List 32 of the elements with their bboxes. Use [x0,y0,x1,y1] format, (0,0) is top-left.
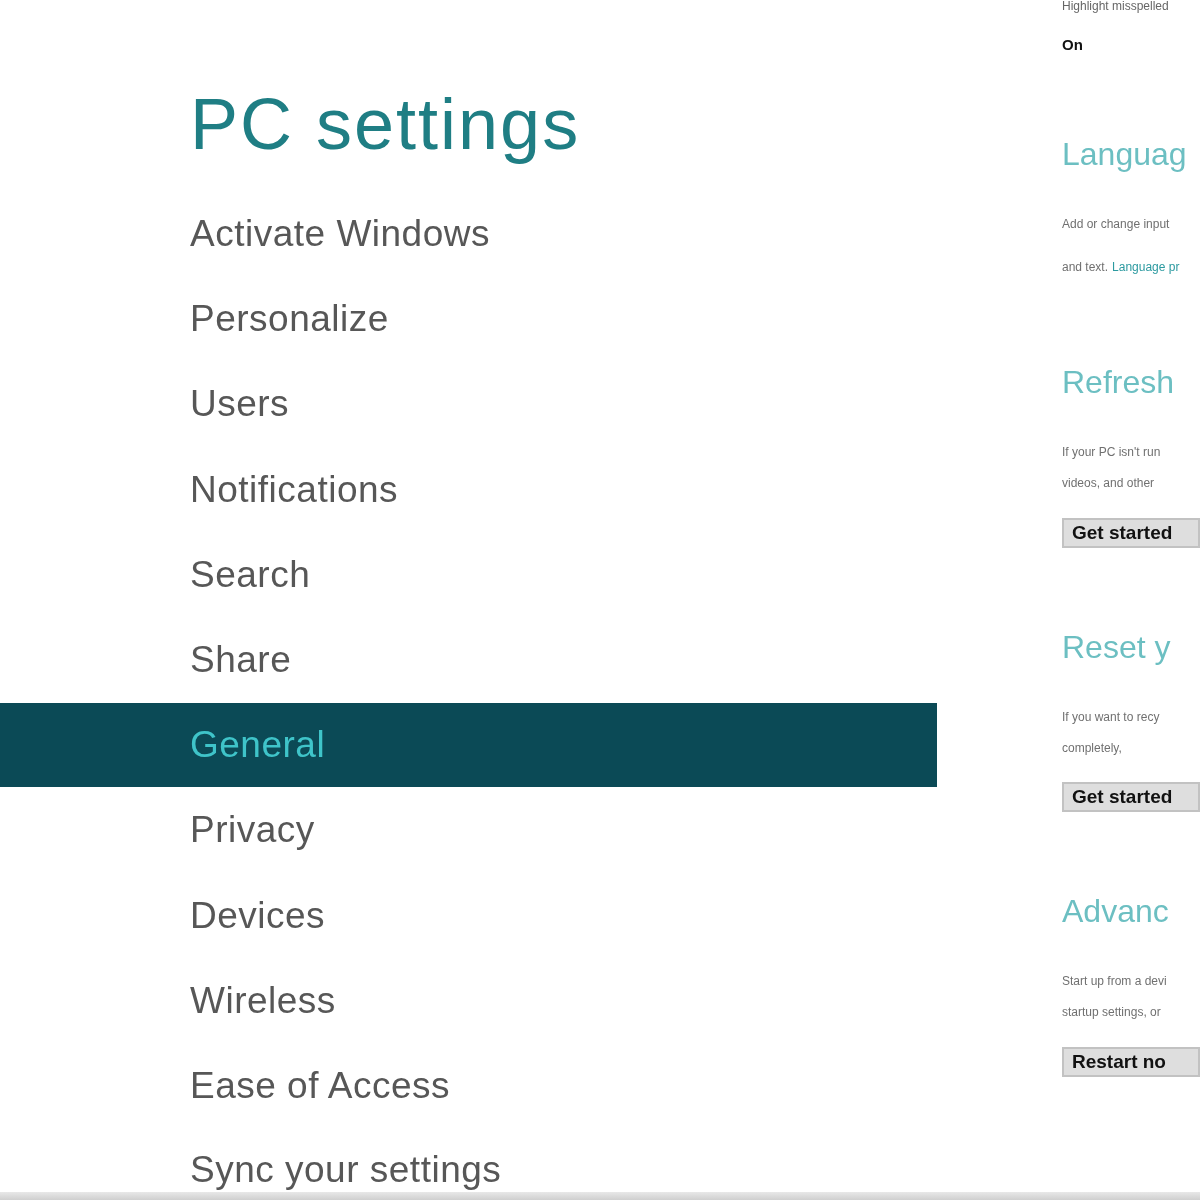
nav-item[interactable]: Sync your settings [0,1129,937,1192]
toggle-state-label: On [1062,35,1083,55]
description-line: Start up from a devi [1062,973,1167,990]
nav-item[interactable]: Users [0,362,937,447]
action-button[interactable]: Get started [1062,517,1200,548]
action-button[interactable]: Get started [1062,782,1200,812]
section-heading: Languag [1062,135,1187,174]
nav-item[interactable]: Activate Windows [0,192,937,276]
description-line: videos, and other [1062,475,1155,492]
section-heading: Reset y [1062,627,1171,667]
action-button[interactable]: Restart no [1062,1046,1200,1077]
description-line: startup settings, or [1062,1004,1161,1021]
section-heading: Advanc [1062,892,1169,931]
nav-item[interactable]: Devices [0,873,937,958]
nav-item[interactable]: Privacy [0,788,937,873]
description-line: Add or change input [1062,216,1170,233]
preferences-link[interactable]: Language pr [1112,252,1180,283]
nav-item[interactable]: General [0,703,937,788]
nav-item[interactable]: Wireless [0,958,937,1043]
description-line: and text. [1062,259,1109,276]
nav-item[interactable]: Personalize [0,277,937,362]
horizontal-scrollbar[interactable] [0,1192,1200,1200]
nav-item[interactable]: Share [0,617,937,702]
description-line: completely, [1062,739,1122,757]
description-line: If your PC isn't run [1062,444,1161,461]
nav-item[interactable]: Ease of Access [0,1043,937,1128]
description-line: If you want to recy [1062,708,1160,726]
setting-label: Highlight misspelled [1062,0,1169,12]
nav-item[interactable]: Search [0,532,937,617]
page-title: PC settings [190,84,581,164]
nav-item[interactable]: Notifications [0,447,937,532]
section-heading: Refresh [1062,363,1175,402]
